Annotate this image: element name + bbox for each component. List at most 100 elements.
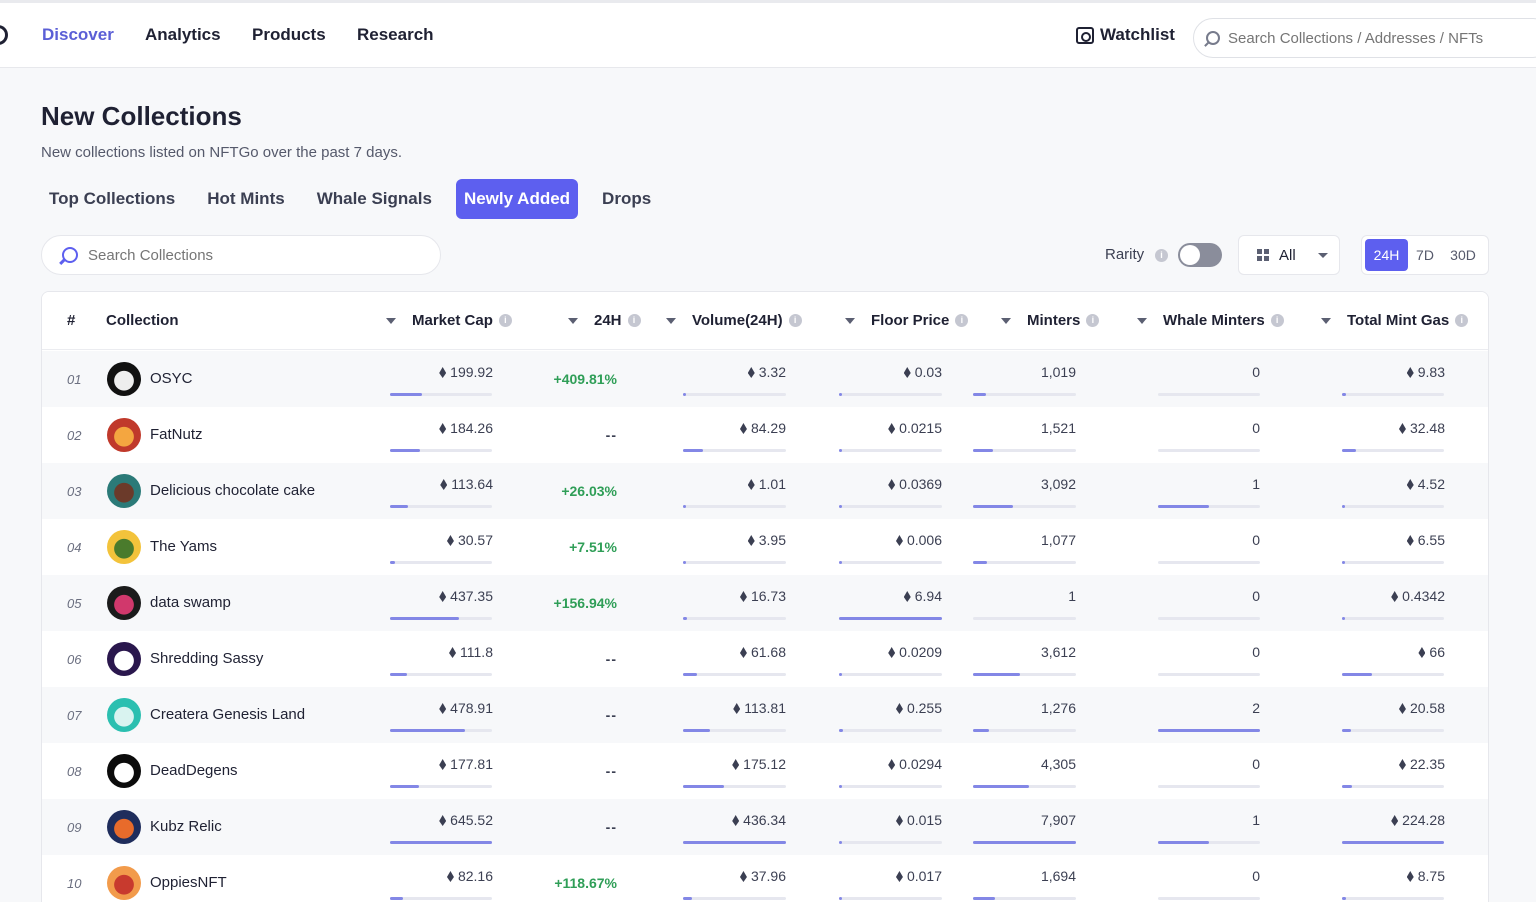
bar-track [390,785,492,788]
period-24h[interactable]: 24H [1365,239,1408,271]
bar-track [973,729,1076,732]
collection-avatar[interactable] [107,586,141,620]
table-row[interactable]: 05 data swamp 437.35 16.73 6.94 1 0 0.4342 +156.… [42,575,1488,631]
collection-name[interactable]: Delicious chocolate cake [150,482,315,499]
collection-name[interactable]: The Yams [150,538,217,555]
eth-icon [895,703,903,714]
collection-name[interactable]: FatNutz [150,426,203,443]
collection-avatar[interactable] [107,642,141,676]
table-row[interactable]: 07 Createra Genesis Land 478.91 113.81 0.255… [42,687,1488,743]
table-row[interactable]: 04 The Yams 30.57 3.95 0.006 1,077 0 6.55 +7.51% [42,519,1488,575]
eth-icon [439,759,447,770]
collection-avatar[interactable] [107,474,141,508]
cell-value: 6.94 [914,588,942,604]
info-icon[interactable]: i [498,314,512,327]
col-24h[interactable]: 24H i [568,312,641,329]
cell-whale-minters: 0 [1252,756,1260,772]
collection-name[interactable]: data swamp [150,594,231,611]
bar-track [683,729,786,732]
cell-minters: 1,276 [1041,700,1076,716]
tab-hot-mints[interactable]: Hot Mints [199,179,292,219]
collection-search[interactable] [41,235,441,275]
table-row[interactable]: 08 DeadDegens 177.81 175.12 0.0294 4,305 0 22.3… [42,743,1488,799]
watchlist-button[interactable]: Watchlist [1076,25,1175,45]
bar-track [839,673,942,676]
tab-newly-added[interactable]: Newly Added [455,179,579,219]
nav-discover[interactable]: Discover [42,25,114,45]
global-search-input[interactable] [1228,29,1528,47]
period-7d[interactable]: 7D [1408,239,1442,271]
collection-avatar[interactable] [107,866,141,900]
bar-track [683,673,786,676]
cell-market-cap: 82.16 [446,868,493,884]
rarity-toggle[interactable] [1178,243,1222,267]
eth-icon [439,367,447,378]
collection-avatar[interactable] [107,698,141,732]
bar-fill [973,561,987,564]
col-mint-gas[interactable]: Total Mint Gas i [1321,312,1469,329]
eth-icon [1391,815,1399,826]
info-icon[interactable]: i [1270,314,1284,327]
row-rank: 08 [67,764,82,779]
col-floor[interactable]: Floor Price i [845,312,969,329]
nav-products[interactable]: Products [252,25,326,45]
col-market-cap[interactable]: Market Cap i [386,312,512,329]
tab-top-collections[interactable]: Top Collections [41,179,183,219]
bar-track [973,841,1076,844]
table-row[interactable]: 06 Shredding Sassy 111.8 61.68 0.0209 3,612 0 6… [42,631,1488,687]
nav-analytics[interactable]: Analytics [145,25,221,45]
cell-whale-minters: 0 [1252,532,1260,548]
col-whale-minters[interactable]: Whale Minters i [1137,312,1284,329]
collection-name[interactable]: OppiesNFT [150,874,227,891]
collection-avatar[interactable] [107,530,141,564]
eth-icon [1406,479,1414,490]
collection-search-input[interactable] [88,246,408,264]
nav-research[interactable]: Research [357,25,434,45]
info-icon[interactable]: i [627,314,641,327]
rarity-label: Rarity [1105,246,1145,263]
logo[interactable] [0,25,8,45]
bar-fill [973,897,995,900]
collection-name[interactable]: DeadDegens [150,762,238,779]
collection-avatar[interactable] [107,810,141,844]
collection-avatar[interactable] [107,362,141,396]
collection-avatar[interactable] [107,418,141,452]
cell-value: 82.16 [457,868,493,884]
cell-floor: 0.017 [895,868,942,884]
table-row[interactable]: 03 Delicious chocolate cake 113.64 1.01 0.03… [42,463,1488,519]
filter-select[interactable]: All [1238,235,1340,275]
table-row[interactable]: 02 FatNutz 184.26 84.29 0.0215 1,521 0 32.48 -- [42,407,1488,463]
info-icon[interactable]: i [1455,314,1469,327]
col-minters[interactable]: Minters i [1001,312,1100,329]
col-volume[interactable]: Volume(24H) i [666,312,802,329]
eth-icon [888,423,896,434]
cell-value: 175.12 [743,756,786,772]
period-30d[interactable]: 30D [1442,239,1484,271]
info-icon[interactable]: i [1155,249,1168,262]
bar-fill [839,729,843,732]
info-icon[interactable]: i [1086,314,1100,327]
table-row[interactable]: 10 OppiesNFT 82.16 37.96 0.017 1,694 0 8.75 +118… [42,855,1488,902]
table-row[interactable]: 09 Kubz Relic 645.52 436.34 0.015 7,907 1 224.2… [42,799,1488,855]
bar-fill [683,785,724,788]
cell-value: 177.81 [450,756,493,772]
collection-avatar[interactable] [107,754,141,788]
cell-mint-gas: 20.58 [1398,700,1445,716]
cell-24h-change: +118.67% [554,875,617,891]
eth-icon [739,871,747,882]
cell-whale-minters: 0 [1252,364,1260,380]
tab-drops[interactable]: Drops [594,179,659,219]
collection-name[interactable]: OSYC [150,370,193,387]
bar-track [683,617,786,620]
tab-whale-signals[interactable]: Whale Signals [309,179,440,219]
global-search[interactable] [1193,18,1536,58]
info-icon[interactable]: i [955,314,969,327]
collection-name[interactable]: Shredding Sassy [150,650,263,667]
table-row[interactable]: 01 OSYC 199.92 3.32 0.03 1,019 0 9.83 +409.81% [42,351,1488,407]
eth-icon [1391,591,1399,602]
sort-icon [1001,317,1011,324]
collection-name[interactable]: Kubz Relic [150,818,222,835]
info-icon[interactable]: i [788,314,802,327]
cell-volume: 436.34 [732,812,786,828]
collection-name[interactable]: Createra Genesis Land [150,706,305,723]
